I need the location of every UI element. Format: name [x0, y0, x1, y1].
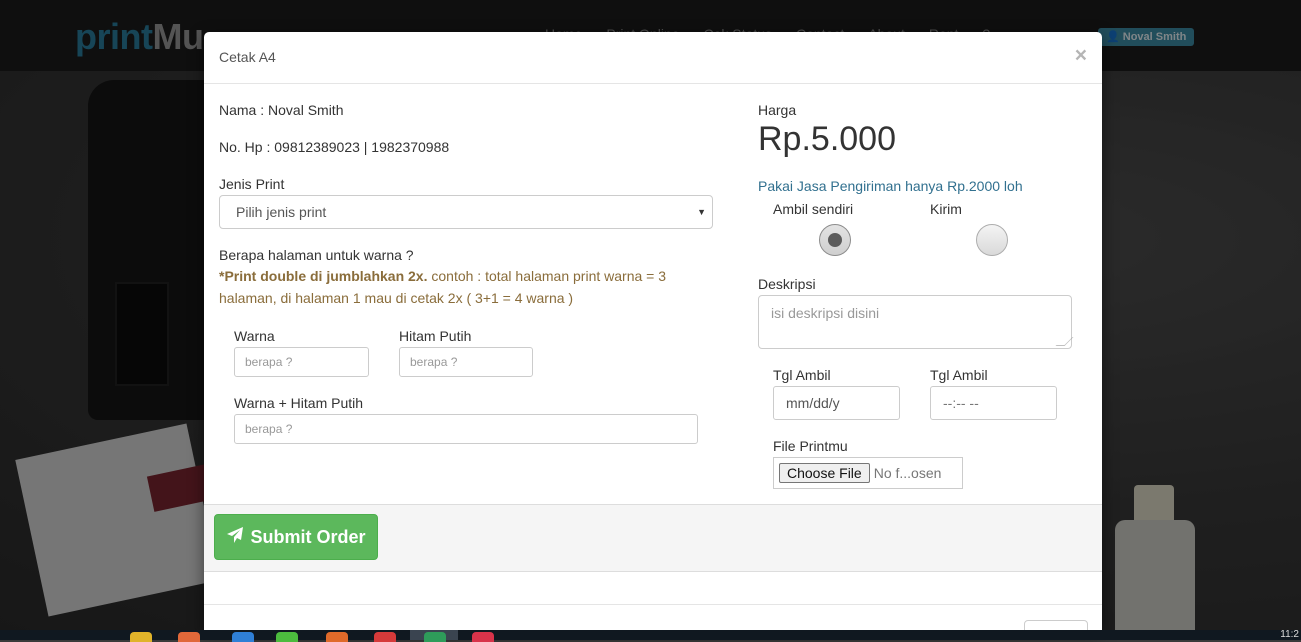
radio-dot-icon — [828, 233, 842, 247]
chevron-down-icon: ▼ — [697, 207, 706, 217]
pickup-time-input[interactable]: --:-- -- — [930, 386, 1057, 420]
taskbar-clock: 11:2 — [1280, 629, 1299, 640]
print-type-selected: Pilih jenis print — [236, 204, 327, 220]
price-value: Rp.5.000 — [758, 120, 896, 158]
modal-bottom-button[interactable] — [1024, 620, 1088, 630]
combo-input[interactable]: berapa ? — [234, 414, 698, 444]
modal-title: Cetak A4 — [219, 49, 276, 65]
pickup-date-label: Tgl Ambil — [773, 367, 831, 383]
resize-handle-icon[interactable] — [1055, 337, 1074, 346]
submit-order-button[interactable]: Submit Order — [214, 514, 378, 560]
print-type-select[interactable]: Pilih jenis print ▼ — [219, 195, 713, 229]
close-icon[interactable]: × — [1075, 44, 1087, 68]
send-radio[interactable] — [976, 224, 1008, 256]
note-bold: *Print double di jumblahkan 2x. — [219, 268, 428, 284]
pickup-date-input[interactable]: mm/dd/y — [773, 386, 900, 420]
modal-divider — [204, 604, 1102, 605]
folder-icon[interactable] — [130, 632, 152, 642]
hitam-putih-placeholder: berapa ? — [410, 355, 458, 369]
submit-order-label: Submit Order — [250, 526, 366, 547]
app-green-icon[interactable] — [276, 632, 298, 642]
modal-header: Cetak A4 × — [204, 32, 1102, 84]
combo-placeholder: berapa ? — [245, 422, 293, 436]
warna-input[interactable]: berapa ? — [234, 347, 369, 377]
price-label: Harga — [758, 102, 797, 118]
app-orange-icon[interactable] — [178, 632, 200, 642]
double-print-note: *Print double di jumblahkan 2x. contoh :… — [219, 265, 719, 309]
app-sheet-icon[interactable] — [424, 632, 446, 642]
warna-placeholder: berapa ? — [245, 355, 293, 369]
app-red2-icon[interactable] — [472, 632, 494, 642]
description-placeholder: isi deskripsi disini — [771, 305, 880, 321]
order-modal: Cetak A4 × Nama : Noval Smith No. Hp : 0… — [204, 32, 1102, 630]
description-textarea[interactable]: isi deskripsi disini — [758, 295, 1074, 349]
app-orange2-icon[interactable] — [326, 632, 348, 642]
warna-label: Warna — [234, 328, 275, 344]
pickup-date-value: mm/dd/y — [786, 395, 840, 411]
send-label: Kirim — [930, 201, 962, 217]
customer-phone: No. Hp : 09812389023 | 1982370988 — [219, 139, 450, 155]
pickup-time-value: --:-- -- — [943, 395, 979, 411]
file-status: No f...osen — [873, 465, 942, 481]
file-label: File Printmu — [773, 438, 848, 454]
hitam-putih-label: Hitam Putih — [399, 328, 472, 344]
hitam-putih-input[interactable]: berapa ? — [399, 347, 533, 377]
choose-file-button[interactable]: Choose File — [779, 463, 870, 483]
file-input[interactable]: Choose File No f...osen — [773, 457, 963, 489]
pickup-label: Ambil sendiri — [773, 201, 854, 217]
shipping-info: Pakai Jasa Pengiriman hanya Rp.2000 loh — [758, 178, 1023, 194]
app-red-icon[interactable] — [374, 632, 396, 642]
paper-plane-icon — [226, 526, 244, 549]
app-blue-icon[interactable] — [232, 632, 254, 642]
description-label: Deskripsi — [758, 276, 816, 292]
combo-label: Warna + Hitam Putih — [234, 395, 364, 411]
color-pages-question: Berapa halaman untuk warna ? — [219, 247, 414, 263]
print-type-label: Jenis Print — [219, 176, 285, 192]
customer-name: Nama : Noval Smith — [219, 102, 344, 118]
pickup-time-label: Tgl Ambil — [930, 367, 988, 383]
pickup-radio[interactable] — [819, 224, 851, 256]
